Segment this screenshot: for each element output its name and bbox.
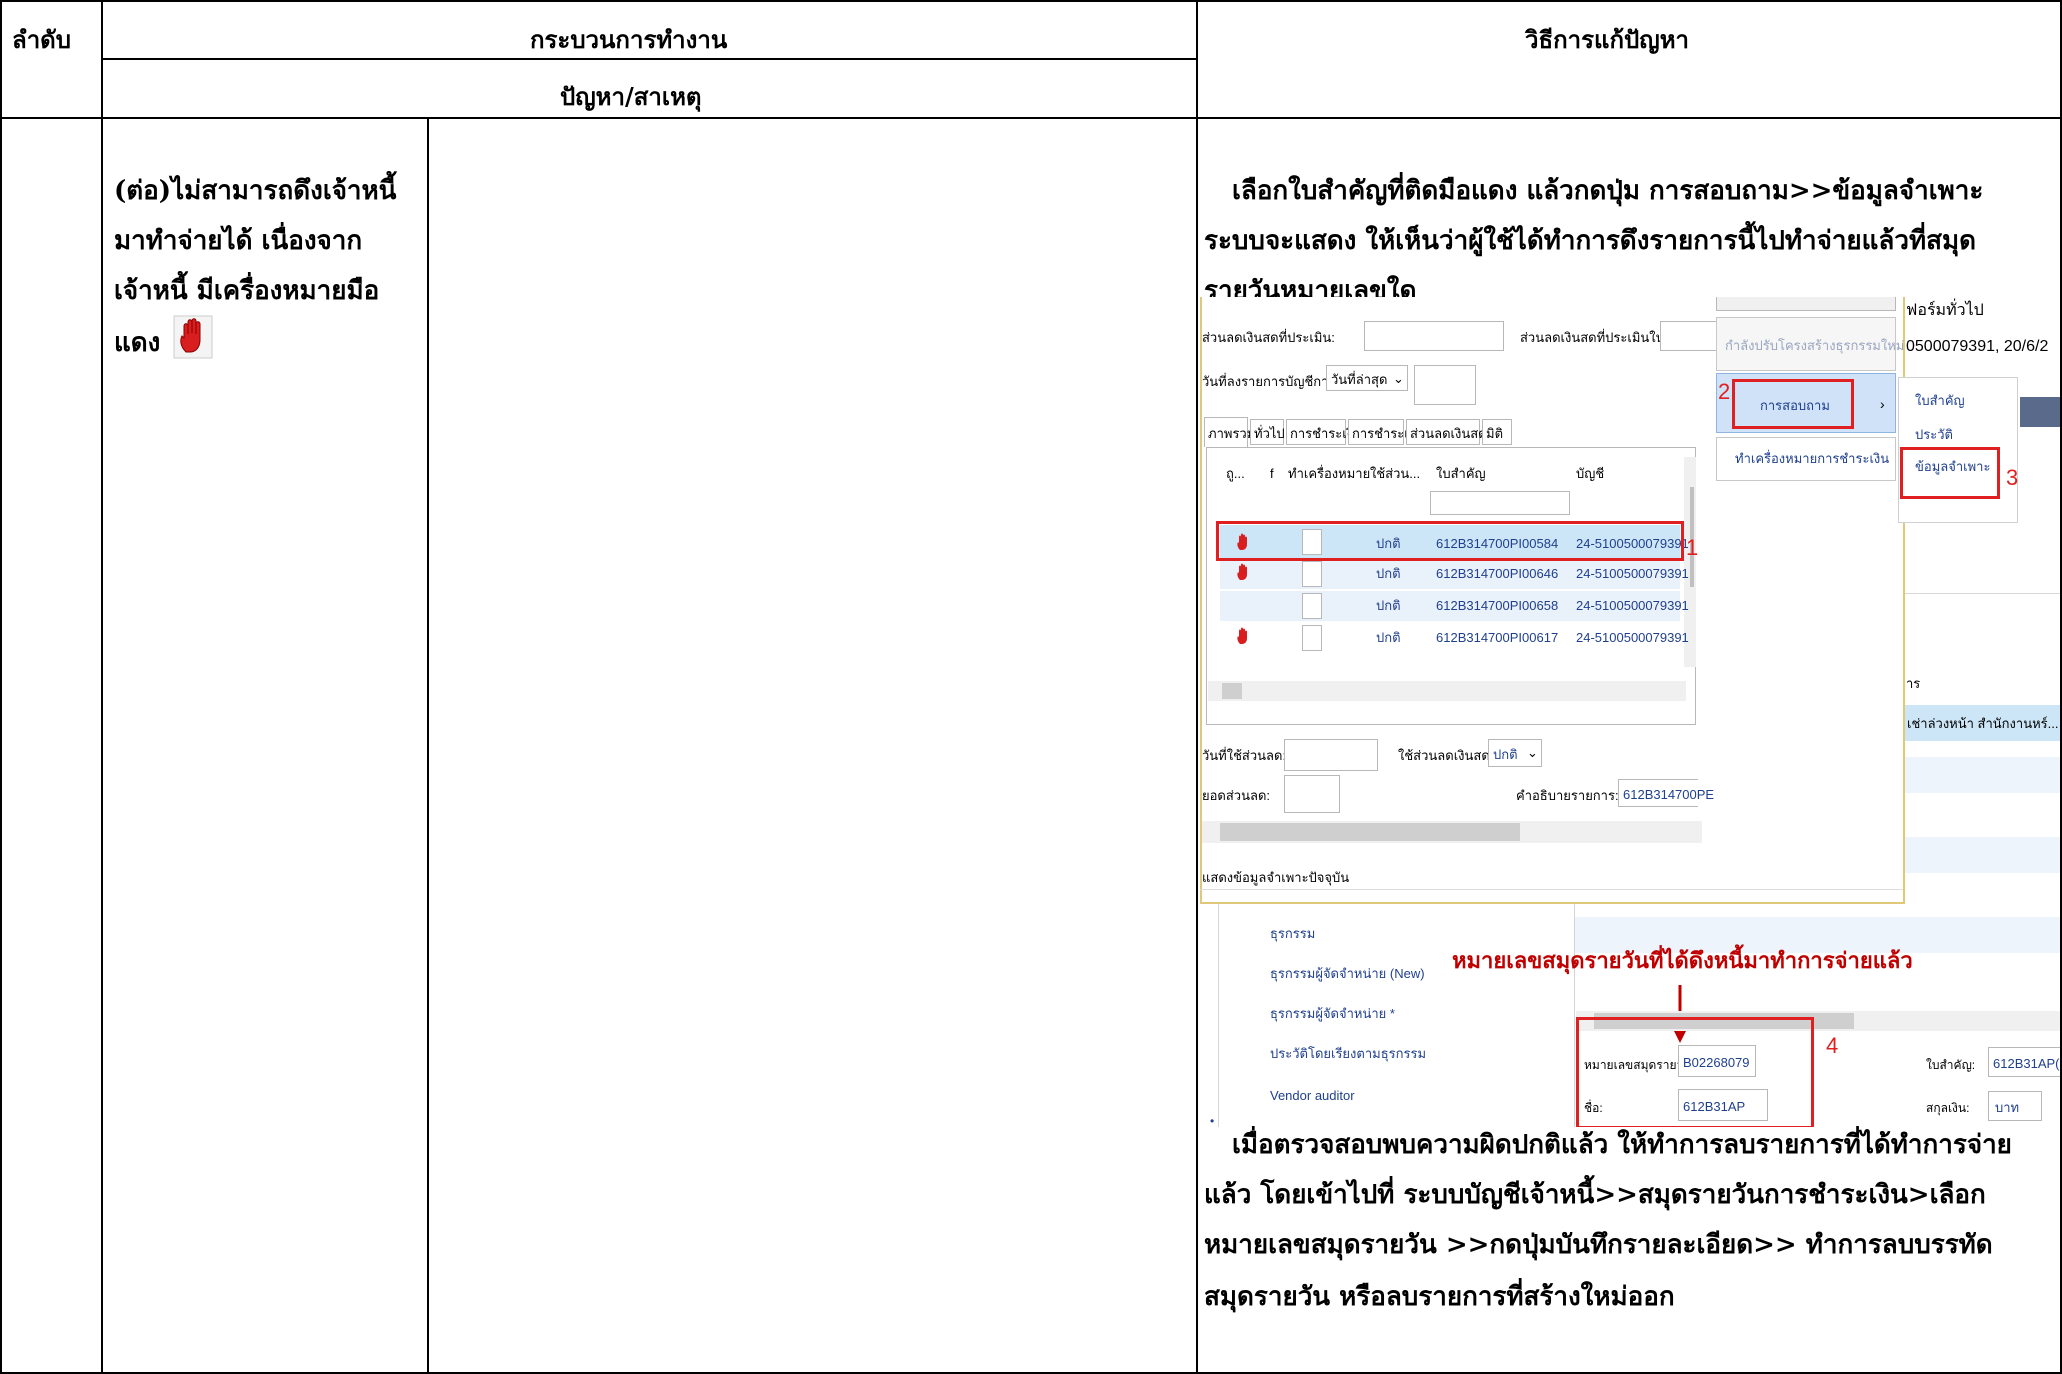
label-discount-amount: ส่วนลดเงินสดที่ประเมิน: [1202,330,1335,345]
inquiry-button-label: การสอบถาม [1760,398,1830,413]
col-header-2[interactable]: f [1270,467,1274,480]
label-use-discount: ใช้ส่วนลดเงินสด: [1398,748,1494,763]
col-header-4[interactable]: ใช้ส่วน... [1370,467,1420,480]
rebuild-button[interactable]: กำลังปรับโครงสร้างธุรกรรมใหม่ [1716,317,1904,371]
description-field[interactable]: 612B314700PE [1618,779,1714,807]
solution-bottom-line-3: หมายเลขสมุดรายวัน >>กดปุ่มบันทึกรายละเอี… [1204,1230,1993,1260]
solution-bottom-line-2: แล้ว โดยเข้าไปที่ ระบบบัญชีเจ้าหนี้>>สมุ… [1204,1180,1986,1210]
status-bar-text: แสดงข้อมูลจำเพาะปัจจุบัน [1202,870,1350,885]
body-process-cell [427,117,1198,1374]
label-voucher: ใบสำคัญ: [1926,1058,1976,1072]
table-row[interactable]: ปกติ 612B314700PI00658 24-5100500079391 [1220,591,1689,621]
chevron-down-icon: ⌄ [1393,371,1404,386]
col-header-5[interactable]: ใบสำคัญ [1436,467,1486,480]
header-solution: วิธีการแก้ปัญหา [1525,25,1690,54]
menu-item-history[interactable]: ประวัติ [1915,428,1953,441]
tab-dimension[interactable]: มิติ [1482,419,1512,445]
tree-expander-icon: • [1210,1114,1215,1127]
voucher-field[interactable]: 612B31AP( [1988,1047,2060,1077]
table-row[interactable]: ปกติ 612B314700PI00646 24-5100500079391 [1220,559,1689,589]
grid-header: ถู... f ทำเครื่องหมาย ใช้ส่วน... ใบสำคัญ… [1220,457,1680,517]
table-row[interactable]: ปกติ 612B314700PI00617 24-5100500079391 [1220,623,1689,653]
journal-no-field[interactable]: B02268079 [1678,1045,1756,1077]
tab-cash-discount[interactable]: ส่วนลดเงินสด [1406,419,1487,445]
embedded-screenshot: ส่วนลดเงินสดที่ประเมิน: ส่วนลดเงินสดที่ป… [1200,297,2060,1127]
nav-item-history-by-transaction[interactable]: ประวัติโดยเรียงตามธุรกรรม [1270,1047,1426,1060]
right-divider [1905,593,2060,594]
nav-item-vendor-transactions[interactable]: ธุรกรรมผู้จัดจำหน่าย * [1270,1007,1395,1020]
annotation-text: หมายเลขสมุดรายวันที่ได้ดึงหนี้มาทำการจ่า… [1452,948,1913,974]
form-subtitle: 0500079391, 20/6/2 [1906,338,2049,355]
label-discount-date: วันที่ใช้ส่วนลด: [1202,748,1287,763]
currency-field[interactable]: บาท [1988,1091,2042,1121]
nav-item-vendor-auditor[interactable]: Vendor auditor [1270,1089,1355,1102]
nav-item-transactions[interactable]: ธุรกรรม [1270,927,1315,940]
label-discount-total: ยอดส่วนลด: [1202,788,1271,803]
chevron-down-icon: ⌄ [1527,745,1538,760]
problem-line-1: (ต่อ)ไม่สามารถดึงเจ้าหนี้ [114,176,397,206]
nav-left-border [1218,904,1219,1127]
top-button-stub[interactable] [1716,297,1896,311]
solution-bottom-line-1: เมื่อตรวจสอบพบความผิดปกติแล้ว ให้ทำการลบ… [1232,1130,2012,1160]
mark-checkbox[interactable] [1302,561,1322,587]
posting-date-select[interactable]: วันที่ล่าสุด ⌄ [1326,365,1408,391]
mark-checkbox[interactable] [1302,625,1322,651]
label-currency: สกุลเงิน: [1926,1101,1970,1115]
solution-top-line-1: เลือกใบสำคัญที่ติดมือแดง แล้วกดปุ่ม การส… [1232,176,1984,206]
step-number-2: 2 [1718,379,1731,404]
use-discount-select[interactable]: ปกติ ⌄ [1488,739,1542,767]
right-row-2 [1905,757,2060,793]
chevron-right-icon: › [1880,396,1885,412]
menu-item-voucher[interactable]: ใบสำคัญ [1915,394,1965,407]
col-header-1[interactable]: ถู... [1226,467,1245,480]
header-problem-cause: ปัญหา/สาเหตุ [560,82,702,111]
red-hand-icon [173,315,213,359]
discount-date-field[interactable] [1284,739,1378,771]
posting-date-extra-field[interactable] [1414,365,1476,405]
header-process: กระบวนการทำงาน [530,25,728,54]
status-divider [1200,889,1903,890]
step-number-1: 1 [1686,535,1699,560]
mark-checkbox[interactable] [1302,593,1322,619]
tab-payment-2[interactable]: การชำระเงิน [1348,419,1424,445]
red-hand-icon [1237,563,1247,580]
right-selected-row[interactable]: เช่าล่วงหน้า สำนักงานหร์... [1905,705,2060,741]
col-header-6[interactable]: บัญชี [1576,467,1604,480]
grid-hscroll-thumb[interactable] [1222,683,1242,699]
col-header-3[interactable]: ทำเครื่องหมาย [1288,467,1370,480]
header-order-cell [0,0,103,119]
header-solution-cell [1196,0,2062,119]
dark-panel-strip [2020,397,2060,427]
document-table: ลำดับ กระบวนการทำงาน วิธีการแก้ปัญหา ปัญ… [0,0,2062,1374]
step-3-highlight [1900,447,2000,499]
solution-top-line-2: ระบบจะแสดง ให้เห็นว่าผู้ใช้ได้ทำการดึงรา… [1204,226,1976,256]
grid-hscroll[interactable] [1208,681,1686,701]
problem-line-4: แดง [114,328,161,358]
red-hand-icon [1237,627,1247,644]
name-field[interactable]: 612B31AP [1678,1089,1768,1121]
tab-strip: ภาพรวม ทั่วไป การชำระเงิน การชำระเงิน ส่… [1204,417,1514,447]
step-1-highlight [1216,521,1684,561]
voucher-filter-input[interactable] [1430,491,1570,515]
header-order: ลำดับ [12,25,72,54]
solution-bottom-line-4: สมุดรายวัน หรือลบรายการที่สร้างใหม่ออก [1204,1282,1675,1312]
tab-general[interactable]: ทั่วไป [1250,419,1285,445]
problem-line-2: มาทำจ่ายได้ เนื่องจาก [114,226,363,256]
discount-total-field[interactable] [1284,775,1340,813]
label-name: ชื่อ: [1584,1101,1603,1115]
discount-amount-field[interactable] [1364,321,1504,351]
body-order-cell [0,117,103,1374]
mark-payment-button[interactable]: ทำเครื่องหมายการชำระเงิน [1716,437,1896,481]
form-hscroll-thumb[interactable] [1220,823,1520,841]
problem-line-3: เจ้าหนี้ มีเครื่องหมายมือ [114,276,380,306]
label-description: คำอธิบายรายการ: [1516,788,1619,803]
right-col-header: าร [1906,676,1921,691]
nav-item-vendor-transactions-new[interactable]: ธุรกรรมผู้จัดจำหน่าย (New) [1270,967,1425,980]
tab-overview[interactable]: ภาพรวม [1204,417,1255,447]
tab-payment-1[interactable]: การชำระเงิน [1286,419,1362,445]
right-row-3 [1905,837,2060,873]
step-number-4: 4 [1826,1033,1839,1058]
step-number-3: 3 [2006,465,2019,490]
form-title: ฟอร์มทั่วไป [1906,302,1984,319]
